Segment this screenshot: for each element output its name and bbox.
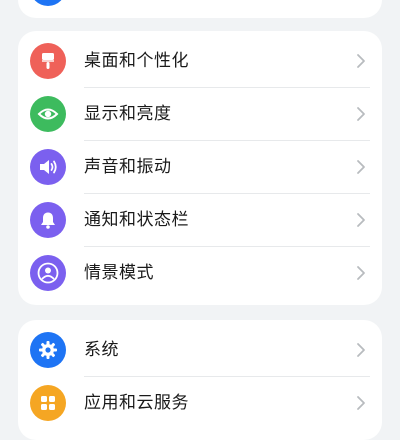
person-mode-icon <box>30 255 66 291</box>
settings-item-label: 通知和状态栏 <box>84 210 189 230</box>
settings-item-label: 桌面和个性化 <box>84 51 189 71</box>
settings-item-label: 系统 <box>84 340 119 360</box>
gear-icon <box>30 332 66 368</box>
settings-card-personalization: 桌面和个性化 显示和亮度 声音和振动 通知和状态栏 情景模式 <box>18 31 382 305</box>
chevron-right-icon <box>357 396 365 410</box>
chevron-right-icon <box>357 213 365 227</box>
settings-card-top <box>18 0 382 18</box>
settings-item-label: 情景模式 <box>84 263 154 283</box>
bell-icon <box>30 202 66 238</box>
partial-icon <box>30 0 66 6</box>
settings-item-notifications[interactable]: 通知和状态栏 <box>18 194 382 247</box>
settings-item-label: 显示和亮度 <box>84 104 172 124</box>
settings-item-scene-mode[interactable]: 情景模式 <box>18 247 382 300</box>
apps-icon <box>30 385 66 421</box>
chevron-right-icon <box>357 266 365 280</box>
chevron-right-icon <box>357 107 365 121</box>
speaker-icon <box>30 149 66 185</box>
chevron-right-icon <box>357 160 365 174</box>
settings-item-apps[interactable]: 应用和云服务 <box>18 377 382 430</box>
eye-icon <box>30 96 66 132</box>
settings-item-sound[interactable]: 声音和振动 <box>18 141 382 194</box>
settings-item-display[interactable]: 显示和亮度 <box>18 88 382 141</box>
chevron-right-icon <box>357 54 365 68</box>
chevron-right-icon <box>357 343 365 357</box>
settings-card-system: 系统 应用和云服务 <box>18 320 382 440</box>
settings-item-desktop[interactable]: 桌面和个性化 <box>18 35 382 88</box>
paintbrush-icon <box>30 43 66 79</box>
settings-item-label: 声音和振动 <box>84 157 172 177</box>
settings-item-system[interactable]: 系统 <box>18 324 382 377</box>
settings-item-label: 应用和云服务 <box>84 393 189 413</box>
